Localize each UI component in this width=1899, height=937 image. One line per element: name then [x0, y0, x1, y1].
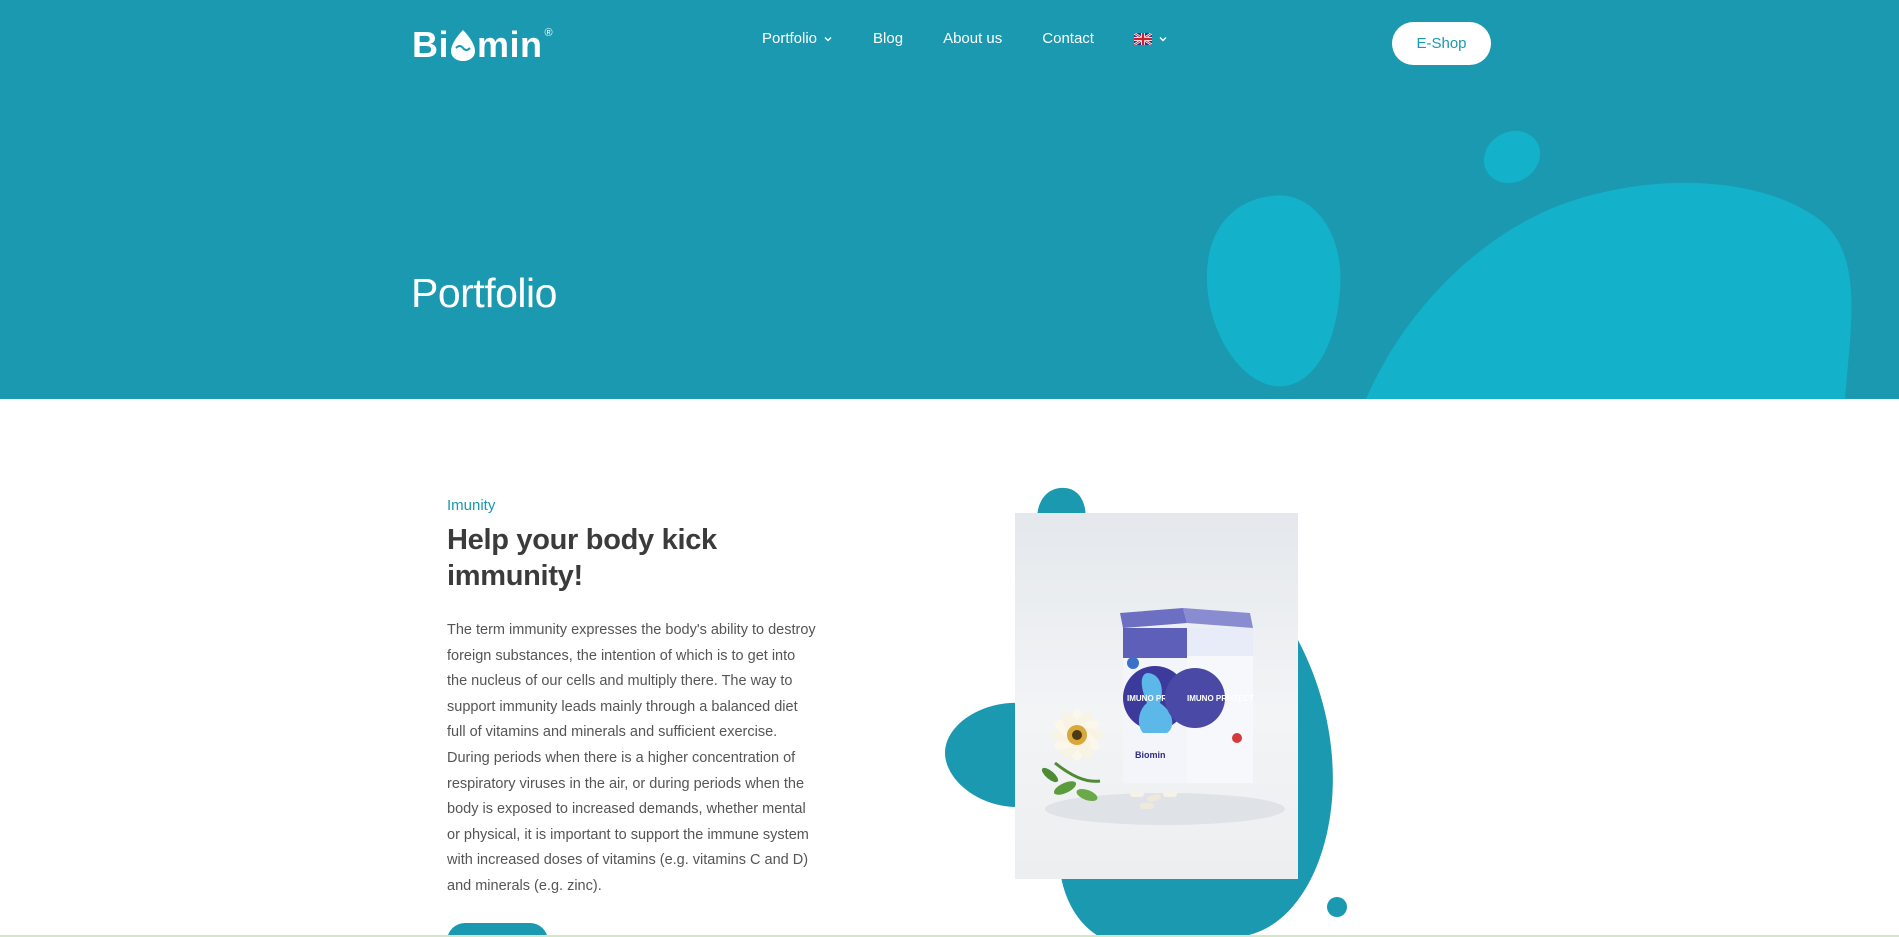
product-decorative-blobs — [945, 487, 1347, 937]
product-illustration: IMUNO PROTECT Biomin IMUNO PROTECT — [1041, 608, 1285, 825]
gerbera-flower-image — [1041, 709, 1103, 802]
box-brand-text: Biomin — [1135, 750, 1166, 760]
box-right-text: IMUNO PROTECT — [1187, 694, 1254, 703]
blob-tiny — [1327, 897, 1347, 917]
product-photo: IMUNO PROTECT Biomin IMUNO PROTECT — [1015, 513, 1298, 879]
